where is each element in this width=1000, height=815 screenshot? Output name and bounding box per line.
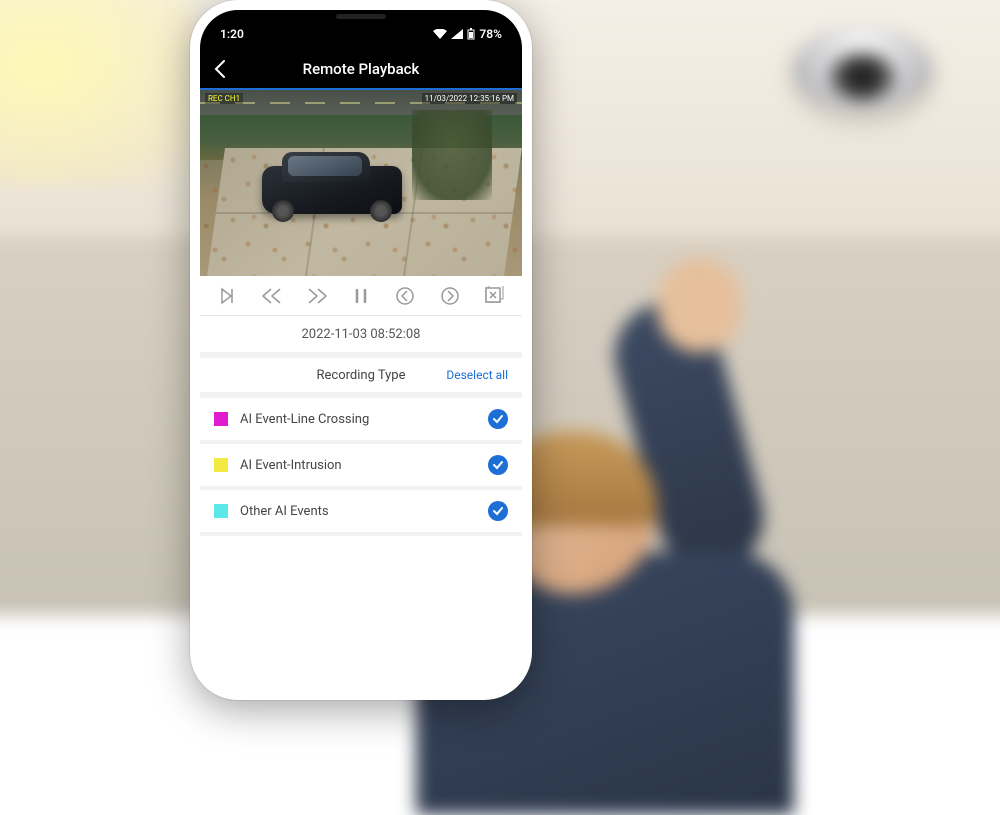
- app-header: Remote Playback: [200, 50, 522, 90]
- check-icon: [492, 459, 504, 471]
- wifi-icon: [433, 29, 447, 39]
- back-button[interactable]: [200, 49, 240, 89]
- prev-button[interactable]: [390, 281, 420, 311]
- video-timestamp-overlay: 11/03/2022 12:35:16 PM: [422, 93, 517, 104]
- phone-notch: [286, 10, 436, 38]
- pause-icon: [354, 287, 368, 305]
- recording-type-header: Recording Type Deselect all: [200, 358, 522, 398]
- vehicle-icon: [262, 152, 402, 226]
- video-player[interactable]: REC CH1 11/03/2022 12:35:16 PM: [200, 90, 522, 276]
- event-type-list: AI Event-Line Crossing AI Event-Intrusio…: [200, 398, 522, 536]
- list-item[interactable]: Other AI Events: [200, 490, 522, 536]
- video-rec-label: REC CH1: [205, 93, 243, 104]
- close-button[interactable]: [479, 281, 509, 311]
- checkbox-checked[interactable]: [488, 409, 508, 429]
- status-time: 1:20: [220, 27, 244, 41]
- event-label: AI Event-Line Crossing: [240, 412, 488, 427]
- event-label: Other AI Events: [240, 504, 488, 519]
- play-next-button[interactable]: [213, 281, 243, 311]
- close-box-icon: [484, 286, 504, 306]
- signal-icon: [451, 29, 463, 39]
- checkbox-checked[interactable]: [488, 501, 508, 521]
- playback-controls: [200, 276, 522, 316]
- chevron-left-icon: [214, 60, 226, 78]
- arrow-right-circle-icon: [440, 286, 460, 306]
- fast-forward-button[interactable]: [302, 281, 332, 311]
- battery-icon: [467, 28, 475, 40]
- dome-camera-icon: [794, 27, 931, 111]
- checkbox-checked[interactable]: [488, 455, 508, 475]
- color-swatch: [214, 412, 228, 426]
- rewind-icon: [261, 287, 283, 305]
- next-button[interactable]: [435, 281, 465, 311]
- playback-timestamp: 2022-11-03 08:52:08: [200, 316, 522, 358]
- check-icon: [492, 413, 504, 425]
- check-icon: [492, 505, 504, 517]
- rewind-button[interactable]: [257, 281, 287, 311]
- status-battery: 78%: [479, 27, 502, 41]
- recording-type-title: Recording Type: [317, 368, 406, 383]
- play-next-icon: [219, 287, 237, 305]
- color-swatch: [214, 458, 228, 472]
- color-swatch: [214, 504, 228, 518]
- event-label: AI Event-Intrusion: [240, 458, 488, 473]
- list-item[interactable]: AI Event-Line Crossing: [200, 398, 522, 444]
- arrow-left-circle-icon: [395, 286, 415, 306]
- fast-forward-icon: [306, 287, 328, 305]
- page-title: Remote Playback: [200, 60, 522, 78]
- phone-frame: 1:20 78% Remote Playback: [190, 0, 532, 700]
- list-item[interactable]: AI Event-Intrusion: [200, 444, 522, 490]
- pause-button[interactable]: [346, 281, 376, 311]
- deselect-all-button[interactable]: Deselect all: [446, 368, 508, 382]
